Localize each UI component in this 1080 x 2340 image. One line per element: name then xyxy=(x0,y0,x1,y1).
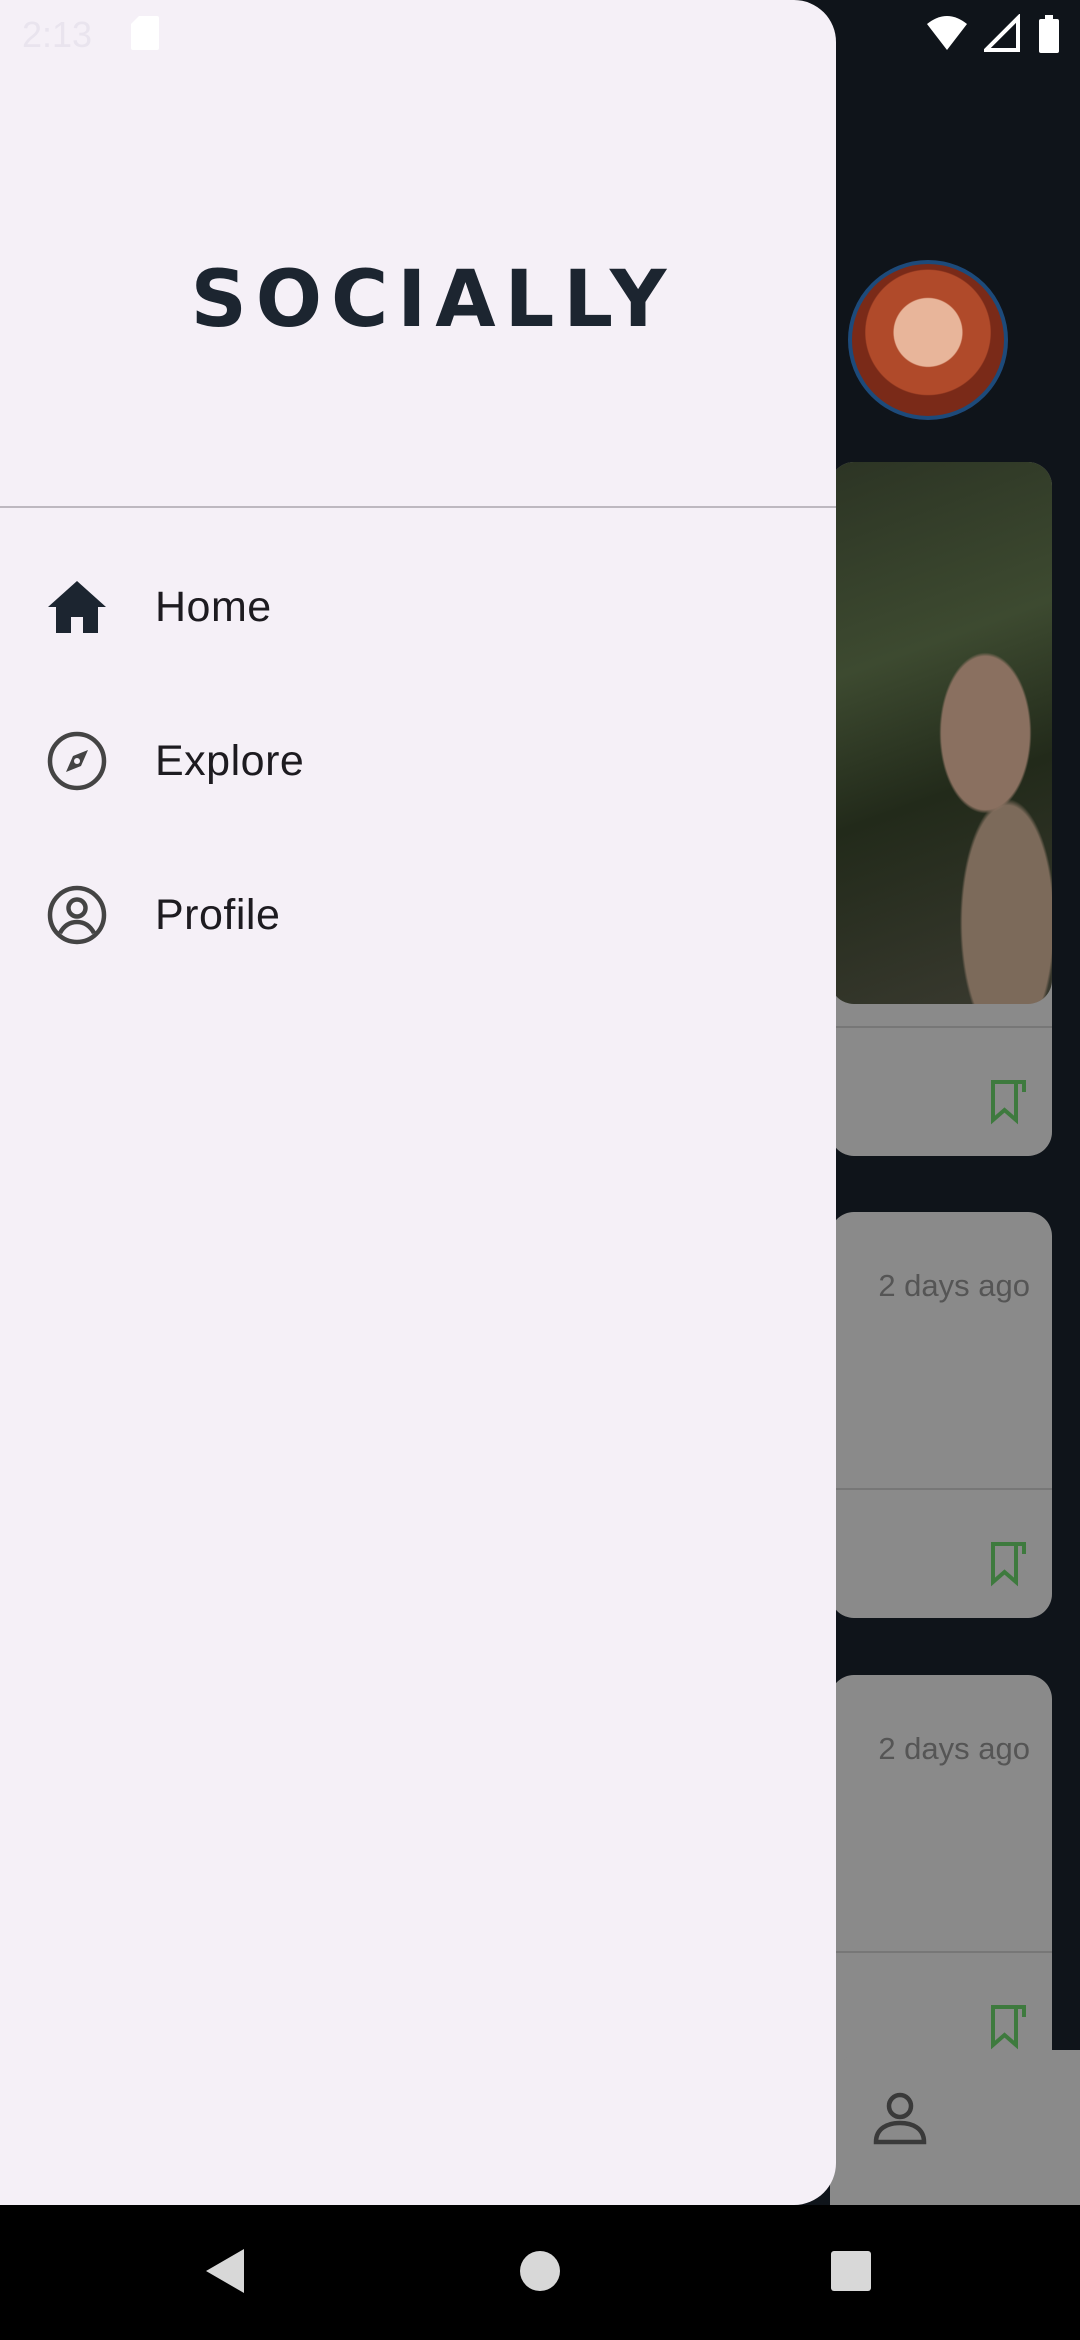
drawer-item-profile[interactable]: Profile xyxy=(0,838,836,992)
recents-icon[interactable] xyxy=(830,2247,872,2295)
sd-card-icon xyxy=(131,16,159,50)
post-image xyxy=(830,462,1052,1004)
system-icons xyxy=(926,14,1060,54)
drawer-item-label: Home xyxy=(155,582,272,631)
person-icon[interactable] xyxy=(870,2088,930,2148)
drawer-item-home[interactable]: Home xyxy=(0,530,836,684)
bookmark-icon[interactable] xyxy=(988,1078,1028,1126)
post-time: 2 days ago xyxy=(878,1268,1030,1303)
card-divider xyxy=(830,1951,1052,1953)
home-circle-icon[interactable] xyxy=(519,2247,561,2295)
drawer-divider xyxy=(0,506,836,508)
card-divider xyxy=(830,1488,1052,1490)
bookmark-icon[interactable] xyxy=(988,2003,1028,2051)
system-navigation-bar xyxy=(0,2205,1080,2340)
drawer-item-label: Profile xyxy=(155,890,281,939)
wifi-icon xyxy=(927,16,967,50)
account-circle-icon xyxy=(44,882,110,948)
status-bar: 2:13 xyxy=(0,0,1080,68)
bottom-navigation xyxy=(830,2050,1080,2205)
post-card[interactable]: 2 days ago xyxy=(830,1212,1052,1618)
signal-icon xyxy=(984,14,1020,52)
drawer-item-explore[interactable]: Explore xyxy=(0,684,836,838)
post-card[interactable]: 2 days ago xyxy=(830,1675,1052,2095)
back-icon[interactable] xyxy=(204,2247,246,2295)
drawer-menu: Home Explore Profile xyxy=(0,530,836,992)
post-time: 2 days ago xyxy=(878,1731,1030,1766)
post-card[interactable] xyxy=(830,462,1052,1156)
compass-icon xyxy=(44,728,110,794)
status-time: 2:13 xyxy=(22,14,93,55)
card-divider xyxy=(830,1026,1052,1028)
avatar[interactable] xyxy=(848,260,1008,420)
brand-logo: SOCIALLY xyxy=(190,255,676,345)
drawer-item-label: Explore xyxy=(155,736,305,785)
battery-icon xyxy=(1039,15,1059,53)
bookmark-icon[interactable] xyxy=(988,1540,1028,1588)
navigation-drawer: SOCIALLY Home Explore Profile xyxy=(0,0,836,2205)
home-icon xyxy=(44,574,110,640)
